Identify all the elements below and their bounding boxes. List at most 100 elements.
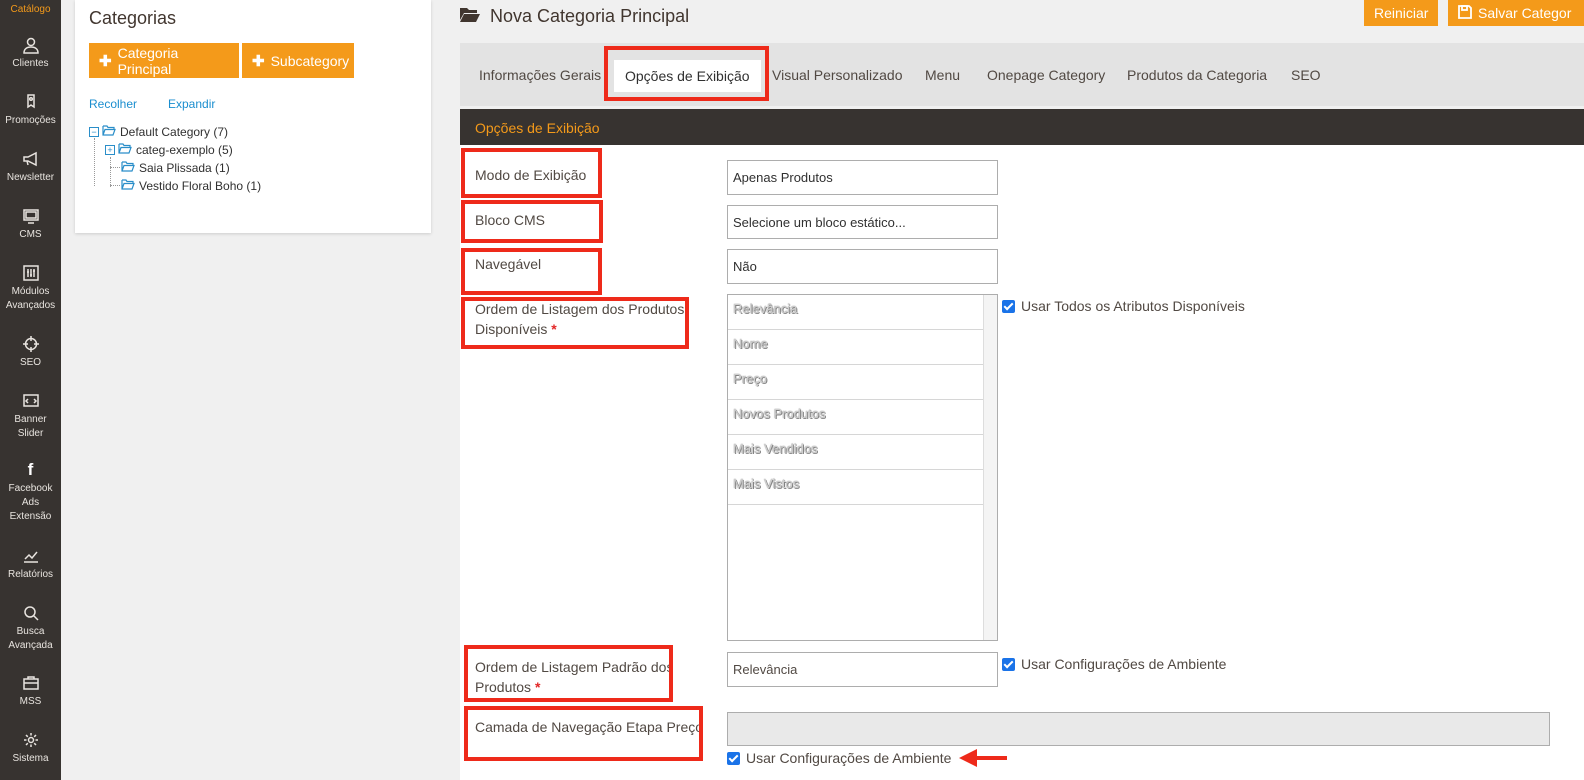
anchor-select[interactable]: Não: [727, 249, 998, 284]
nav-item-mss[interactable]: MSS: [0, 674, 61, 709]
nav-label-line2: Ads: [21, 497, 40, 508]
section-header: Opções de Exibição: [460, 109, 1584, 145]
nav-item-facebook-ads[interactable]: f Facebook Ads Extensão: [0, 461, 61, 524]
category-tree-panel: Categorias ✚ Categoria Principal ✚ Subca…: [75, 0, 431, 233]
nav-label-line3: Extensão: [9, 511, 52, 522]
annotation-box-anchor: [461, 248, 602, 295]
nav-item-busca-avancada[interactable]: Busca Avançada: [0, 604, 61, 653]
nav-label-line2: Avançada: [8, 640, 53, 651]
nav-label: MSS: [19, 696, 42, 707]
price-step-input[interactable]: [727, 712, 1550, 746]
save-category-label: Salvar Categor: [1478, 5, 1572, 21]
tree-node-categ-exemplo[interactable]: + categ-exemplo (5): [105, 142, 233, 157]
briefcase-icon: [22, 674, 40, 692]
tab-seo[interactable]: SEO: [1291, 67, 1321, 83]
default-sort-use-config-checkbox[interactable]: [1002, 657, 1015, 671]
nav-label: Relatórios: [7, 569, 54, 580]
default-sort-use-config-row[interactable]: Usar Configurações de Ambiente: [1002, 656, 1226, 672]
nav-label: Catálogo: [10, 4, 51, 15]
save-category-button[interactable]: Salvar Categor: [1448, 0, 1584, 26]
cms-block-select[interactable]: Selecione um bloco estático...: [727, 205, 998, 239]
nav-item-clientes[interactable]: Clientes: [0, 36, 61, 71]
tab-menu[interactable]: Menu: [925, 67, 960, 83]
tag-icon: [22, 93, 40, 111]
price-step-use-config-label: Usar Configurações de Ambiente: [746, 750, 952, 766]
tree-node-default-category[interactable]: − Default Category (7): [89, 124, 228, 139]
nav-label: Facebook: [8, 483, 53, 494]
expand-all-link[interactable]: Expandir: [168, 97, 215, 111]
megaphone-icon: [22, 150, 40, 168]
tab-produtos-da-categoria[interactable]: Produtos da Categoria: [1127, 67, 1267, 83]
annotation-box-default-sort: [464, 645, 673, 702]
annotation-box-cms-block: [461, 200, 603, 243]
collapse-all-link[interactable]: Recolher: [89, 97, 137, 111]
crosshair-icon: [22, 335, 40, 353]
nav-label: Clientes: [12, 58, 49, 69]
save-icon: [1458, 4, 1478, 22]
sort-option[interactable]: Mais Vistos: [728, 470, 984, 505]
nav-label: Newsletter: [6, 172, 55, 183]
user-icon: [22, 36, 40, 54]
sort-option[interactable]: Nome: [728, 330, 984, 365]
reset-button-label: Reiniciar: [1374, 5, 1429, 21]
annotation-box-price-step: [464, 706, 703, 761]
nav-item-banner-slider[interactable]: Banner Slider: [0, 392, 61, 441]
expand-node-icon[interactable]: +: [105, 144, 115, 155]
nav-item-modulos-avancados[interactable]: Módulos Avançados: [0, 264, 61, 313]
reset-button[interactable]: Reiniciar: [1364, 0, 1439, 26]
nav-label: Sistema: [12, 753, 49, 764]
sort-option[interactable]: Novos Produtos: [728, 400, 984, 435]
nav-item-sistema[interactable]: Sistema: [0, 731, 61, 766]
nav-label: CMS: [19, 229, 42, 240]
banner-icon: [22, 392, 40, 410]
page-title: Nova Categoria Principal: [490, 6, 690, 26]
tab-informacoes-gerais[interactable]: Informações Gerais: [479, 67, 601, 83]
use-all-attributes-label: Usar Todos os Atributos Disponíveis: [1021, 298, 1245, 314]
nav-label: SEO: [19, 357, 42, 368]
search-icon: [22, 604, 40, 622]
monitor-icon: [22, 207, 40, 225]
tree-title: Categorias: [89, 8, 177, 28]
plus-icon: ✚: [99, 52, 112, 70]
folder-open-icon: [460, 6, 490, 27]
tab-onepage-category[interactable]: Onepage Category: [987, 67, 1105, 83]
nav-item-seo[interactable]: SEO: [0, 335, 61, 370]
multiselect-scrollbar[interactable]: [983, 295, 997, 640]
chart-icon: [22, 547, 40, 565]
folder-open-icon: [121, 178, 139, 193]
sort-option[interactable]: Preço: [728, 365, 984, 400]
nav-label: Banner: [14, 414, 47, 425]
nav-label: Módulos: [11, 286, 50, 297]
folder-open-icon: [121, 160, 139, 175]
annotation-box-tab: [604, 46, 769, 101]
add-subcategory-button[interactable]: ✚ Subcategory: [242, 43, 354, 78]
price-step-use-config-row[interactable]: Usar Configurações de Ambiente: [727, 750, 951, 766]
nav-item-relatorios[interactable]: Relatórios: [0, 547, 61, 582]
use-all-attributes-checkbox-row[interactable]: Usar Todos os Atributos Disponíveis: [1002, 298, 1245, 314]
sort-option[interactable]: Relevância: [728, 295, 984, 330]
nav-label-line2: Slider: [17, 428, 44, 439]
price-step-use-config-checkbox[interactable]: [727, 751, 740, 765]
default-sort-by-select[interactable]: Relevância: [727, 652, 998, 687]
nav-item-cms[interactable]: CMS: [0, 207, 61, 242]
use-all-attributes-checkbox[interactable]: [1002, 299, 1015, 313]
nav-item-catalogo[interactable]: Catálogo: [0, 3, 61, 17]
gear-icon: [22, 731, 40, 749]
page-header: Nova Categoria Principal: [460, 6, 689, 27]
add-root-category-button[interactable]: ✚ Categoria Principal: [89, 43, 239, 78]
add-subcategory-label: Subcategory: [270, 52, 350, 69]
tree-node-label: Default Category (7): [120, 124, 229, 139]
sort-option[interactable]: Mais Vendidos: [728, 435, 984, 470]
display-mode-select[interactable]: Apenas Produtos: [727, 160, 998, 195]
tree-node-vestido-floral-boho[interactable]: Vestido Floral Boho (1): [121, 178, 261, 193]
annotation-arrow-icon: [959, 749, 1007, 767]
available-sort-by-multiselect[interactable]: Relevância Nome Preço Novos Produtos Mai…: [727, 294, 998, 641]
plus-icon: ✚: [252, 52, 265, 70]
nav-label: Busca: [16, 626, 45, 637]
nav-item-promocoes[interactable]: Promoções: [0, 93, 61, 128]
tree-node-saia-plissada[interactable]: Saia Plissada (1): [121, 160, 230, 175]
tab-visual-personalizado[interactable]: Visual Personalizado: [772, 67, 903, 83]
folder-open-icon: [118, 142, 136, 157]
collapse-node-icon[interactable]: −: [89, 126, 99, 137]
nav-item-newsletter[interactable]: Newsletter: [0, 150, 61, 185]
